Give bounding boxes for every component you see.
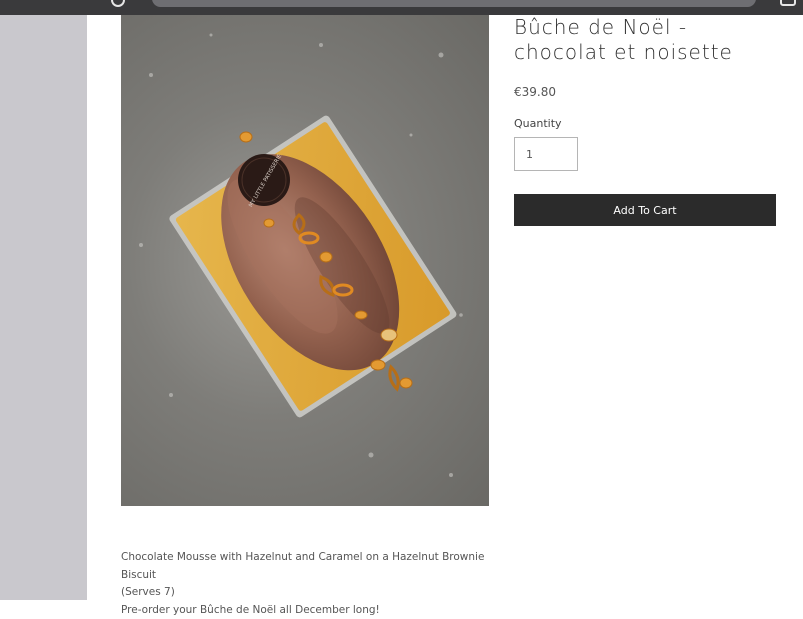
buche-de-noel-photo: MY LITTLE PATISSERIE [121, 15, 489, 506]
tabs-icon[interactable] [780, 0, 796, 6]
left-margin [0, 15, 87, 600]
product-price: €39.80 [514, 85, 556, 99]
description-line: Pre-order your Bûche de Noël all Decembe… [121, 602, 501, 619]
description-line: (Serves 7) [121, 584, 501, 602]
browser-toolbar [0, 0, 803, 15]
product-title: Bûche de Noël - chocolat et noisette [514, 15, 784, 65]
description-line: Chocolate Mousse with Hazelnut and Caram… [121, 549, 501, 584]
product-image[interactable]: MY LITTLE PATISSERIE [121, 15, 489, 506]
reload-icon[interactable] [111, 0, 125, 7]
product-description: Chocolate Mousse with Hazelnut and Caram… [121, 549, 501, 619]
add-to-cart-button[interactable]: Add To Cart [514, 194, 776, 226]
address-bar[interactable] [152, 0, 756, 7]
quantity-label: Quantity [514, 117, 562, 130]
quantity-input[interactable] [514, 137, 578, 171]
